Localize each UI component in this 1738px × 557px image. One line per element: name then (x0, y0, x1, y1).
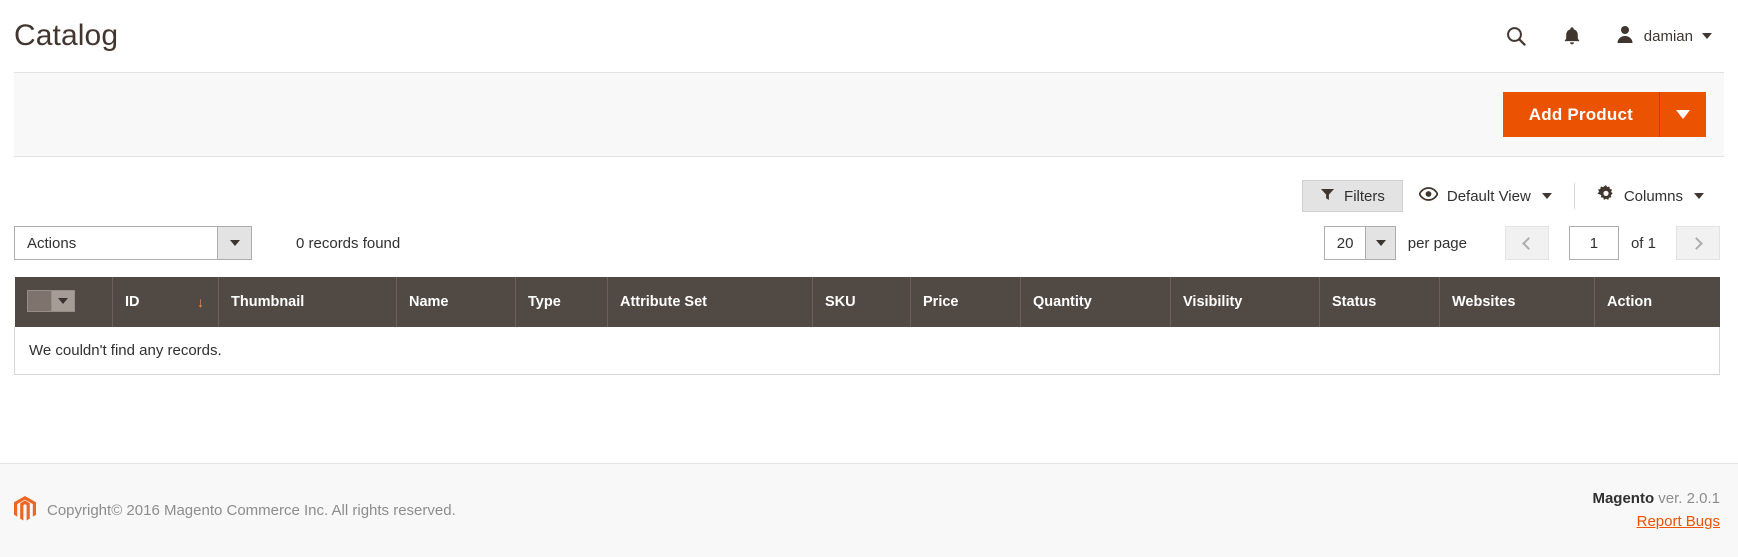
toolbar-divider (1573, 183, 1575, 209)
select-all-column[interactable] (14, 277, 113, 327)
per-page-label: per page (1407, 234, 1467, 252)
per-page-value: 20 (1324, 227, 1366, 259)
per-page-select[interactable]: 20 (1323, 226, 1396, 260)
caret-down-icon (1676, 110, 1690, 119)
chevron-right-icon (1690, 236, 1703, 250)
caret-down-icon (1375, 240, 1386, 246)
chevron-down-icon (1702, 33, 1712, 39)
grid-controls-row: Actions 0 records found 20 per page of 1 (0, 213, 1738, 265)
version-line: Magento ver. 2.0.1 (1592, 488, 1720, 510)
page-header: Catalog damian (0, 0, 1738, 72)
mass-actions-select[interactable]: Actions (14, 226, 252, 260)
header-tools: damian (1503, 23, 1712, 49)
per-page-toggle[interactable] (1365, 227, 1395, 259)
chevron-down-icon (1694, 193, 1704, 199)
select-all-dropdown-toggle[interactable] (50, 290, 75, 312)
grid-empty-row: We couldn't find any records. (14, 327, 1720, 375)
column-header-quantity[interactable]: Quantity (1020, 277, 1171, 327)
page-title: Catalog (14, 19, 119, 52)
products-grid: ↓ ID Thumbnail Name Type Attribute Set S… (14, 277, 1720, 375)
caret-down-icon (229, 240, 240, 246)
default-view-control[interactable]: Default View (1403, 180, 1568, 212)
grid-body: We couldn't find any records. (14, 327, 1720, 375)
page-actions-bar: Add Product (14, 72, 1724, 157)
page-number-input[interactable] (1568, 226, 1619, 260)
report-bugs-link[interactable]: Report Bugs (1637, 511, 1720, 533)
version-number: ver. 2.0.1 (1654, 490, 1720, 508)
column-header-sku[interactable]: SKU (812, 277, 911, 327)
mass-actions-toggle[interactable] (217, 227, 251, 259)
sort-descending-icon: ↓ (197, 294, 204, 310)
copyright-text: Copyright© 2016 Magento Commerce Inc. Al… (47, 502, 456, 519)
grid-toolbar: Filters Default View Columns (0, 157, 1738, 213)
search-icon[interactable] (1503, 23, 1529, 49)
chevron-left-icon (1522, 236, 1535, 250)
grid-header-row: ↓ ID Thumbnail Name Type Attribute Set S… (14, 277, 1720, 327)
filters-label: Filters (1344, 187, 1385, 205)
footer-left: Copyright© 2016 Magento Commerce Inc. Al… (14, 495, 456, 526)
add-product-button[interactable]: Add Product (1502, 92, 1659, 137)
add-product-split-button: Add Product (1502, 92, 1706, 137)
select-all-control[interactable] (26, 290, 75, 312)
column-header-price[interactable]: Price (910, 277, 1021, 327)
column-header-websites[interactable]: Websites (1439, 277, 1595, 327)
bell-icon[interactable] (1559, 23, 1585, 49)
records-found-label: 0 records found (296, 234, 401, 252)
add-product-dropdown-toggle[interactable] (1659, 92, 1706, 137)
column-header-attribute-set[interactable]: Attribute Set (607, 277, 813, 327)
product-name: Magento (1592, 490, 1655, 508)
empty-message: We couldn't find any records. (14, 327, 1720, 375)
column-header-id[interactable]: ↓ ID (112, 277, 219, 327)
caret-down-icon (57, 298, 68, 304)
total-pages-label: of 1 (1630, 234, 1656, 252)
next-page-button[interactable] (1676, 226, 1720, 260)
column-header-label: ID (125, 294, 140, 310)
pager: 20 per page of 1 (1323, 226, 1720, 260)
default-view-label: Default View (1446, 187, 1531, 205)
user-avatar-icon (1615, 24, 1635, 48)
eye-icon (1418, 187, 1439, 205)
previous-page-button[interactable] (1504, 226, 1549, 260)
chevron-down-icon (1541, 193, 1552, 199)
page-footer: Copyright© 2016 Magento Commerce Inc. Al… (0, 463, 1738, 557)
gear-icon (1597, 185, 1615, 207)
columns-label: Columns (1623, 187, 1683, 205)
user-menu[interactable]: damian (1615, 24, 1712, 48)
mass-actions-value: Actions (15, 227, 217, 259)
magento-logo-icon (14, 495, 36, 526)
column-header-name[interactable]: Name (396, 277, 516, 327)
column-header-type[interactable]: Type (515, 277, 608, 327)
footer-right: Magento ver. 2.0.1 Report Bugs (1592, 488, 1720, 533)
funnel-icon (1320, 187, 1335, 206)
columns-control[interactable]: Columns (1581, 180, 1720, 212)
column-header-action[interactable]: Action (1594, 277, 1720, 327)
data-grid-wrap: ↓ ID Thumbnail Name Type Attribute Set S… (0, 265, 1738, 375)
column-header-visibility[interactable]: Visibility (1170, 277, 1320, 327)
checkbox-icon[interactable] (26, 290, 51, 312)
page-actions-wrap: Add Product (0, 72, 1738, 157)
filters-button[interactable]: Filters (1302, 180, 1403, 212)
column-header-status[interactable]: Status (1319, 277, 1440, 327)
admin-page: Catalog damian Add Product Filters Defau… (0, 0, 1738, 557)
column-header-thumbnail[interactable]: Thumbnail (218, 277, 397, 327)
user-name: damian (1643, 27, 1693, 45)
